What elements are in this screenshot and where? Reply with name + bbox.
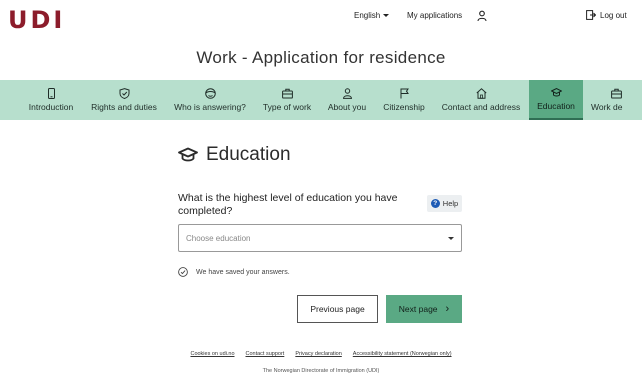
step-label: About you [327,102,367,112]
house-icon [475,88,487,99]
chevron-down-icon [448,237,454,240]
saved-text: We have saved your answers. [196,268,290,276]
footer-link-accessibility[interactable]: Accessibility statement (Norwegian only) [353,351,452,357]
step-introduction[interactable]: Introduction [22,80,80,120]
next-page-button[interactable]: Next page › [386,295,462,323]
check-circle-icon [178,267,188,277]
caret-down-icon [383,14,390,18]
user-icon[interactable] [477,10,487,22]
step-label: Introduction [28,102,74,112]
help-button[interactable]: ? Help [427,195,462,212]
footer-link-cookies[interactable]: Cookies on udi.no [190,351,234,357]
language-label: English [354,11,381,20]
step-education[interactable]: Education [529,80,583,120]
chevron-right-icon: › [445,303,450,315]
section-heading: Education [178,144,291,166]
flag-icon [400,88,409,99]
logout-button[interactable]: Log out [586,10,627,20]
shield-check-icon [119,88,129,99]
step-contact-and-address[interactable]: Contact and address [438,80,524,120]
step-label: Citizenship [383,102,425,112]
education-select[interactable]: Choose education [178,224,462,252]
briefcase-icon [281,88,293,99]
my-applications-link[interactable]: My applications [407,11,462,20]
footer-links: Cookies on udi.no Contact support Privac… [0,351,642,357]
graduation-cap-icon [550,87,562,97]
step-type-of-work[interactable]: Type of work [258,80,316,120]
previous-page-button[interactable]: Previous page [297,295,378,323]
step-about-you[interactable]: About you [323,80,371,120]
education-question: What is the highest level of education y… [178,192,398,217]
saved-status: We have saved your answers. [178,267,290,277]
step-label: Education [537,101,575,111]
step-label: Contact and address [441,102,521,112]
step-who-is-answering[interactable]: Who is answering? [170,80,250,120]
person-icon [342,88,352,99]
previous-page-label: Previous page [310,304,365,314]
language-selector[interactable]: English [354,11,390,20]
step-label: Who is answering? [174,102,246,112]
section-heading-text: Education [206,144,291,165]
step-work-details[interactable]: Work de [588,80,642,120]
footer-link-contact-support[interactable]: Contact support [246,351,285,357]
step-label: Work de [591,102,623,112]
logout-icon [586,10,596,20]
page-title: Work - Application for residence [196,48,446,67]
progress-steps: Introduction Rights and duties Who is an… [0,80,642,120]
next-page-label: Next page [398,304,438,314]
logout-label: Log out [600,10,627,20]
graduation-cap-icon [178,147,198,162]
question-mark-icon: ? [430,199,440,208]
step-citizenship[interactable]: Citizenship [378,80,430,120]
select-placeholder: Choose education [186,234,251,243]
help-label: Help [442,199,459,208]
footer-link-privacy[interactable]: Privacy declaration [295,351,341,357]
phone-icon [47,88,55,99]
step-rights-and-duties[interactable]: Rights and duties [86,80,162,120]
footer-organization: The Norwegian Directorate of Immigration… [262,368,380,374]
step-label: Rights and duties [91,102,157,112]
face-icon [204,88,216,99]
step-label: Type of work [262,102,312,112]
briefcase-icon [611,88,622,99]
top-navigation: English My applications Log out [0,10,642,24]
